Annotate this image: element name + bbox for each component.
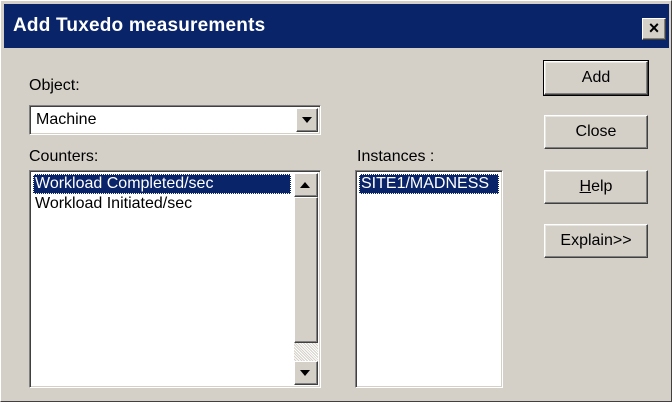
help-mnemonic: H [579, 178, 592, 195]
help-label-rest: elp [591, 178, 613, 195]
scroll-down-button[interactable] [294, 361, 318, 385]
object-dropdown-button[interactable] [296, 108, 318, 132]
chevron-down-icon [302, 117, 312, 123]
close-button[interactable]: Close [544, 115, 648, 149]
counters-label: Counters: [29, 148, 99, 165]
counter-item-workload-completed[interactable]: Workload Completed/sec [33, 174, 291, 194]
title-bar[interactable]: Add Tuxedo measurements × [4, 4, 669, 48]
dialog-title: Add Tuxedo measurements [13, 15, 266, 36]
scroll-thumb[interactable] [294, 197, 318, 343]
explain-button[interactable]: Explain>> [544, 224, 648, 258]
close-icon[interactable]: × [642, 18, 666, 40]
object-dropdown-value: Machine [36, 111, 97, 128]
instances-listbox[interactable]: SITE1/MADNESS [355, 170, 503, 388]
counter-item-workload-initiated[interactable]: Workload Initiated/sec [33, 194, 192, 214]
chevron-up-icon [300, 182, 310, 188]
instances-label: Instances : [357, 148, 435, 165]
help-button[interactable]: Help [544, 170, 648, 204]
add-tuxedo-measurements-dialog: Add Tuxedo measurements × Object: Machin… [0, 0, 672, 402]
counters-listbox[interactable]: Workload Completed/sec Workload Initiate… [29, 170, 321, 388]
counters-scrollbar[interactable] [294, 173, 318, 385]
instance-item-site1-madness[interactable]: SITE1/MADNESS [359, 174, 499, 194]
add-button[interactable]: Add [543, 60, 649, 96]
chevron-down-icon [300, 370, 310, 376]
object-label: Object: [29, 77, 80, 94]
scroll-up-button[interactable] [294, 173, 318, 197]
object-dropdown[interactable]: Machine [29, 105, 321, 135]
